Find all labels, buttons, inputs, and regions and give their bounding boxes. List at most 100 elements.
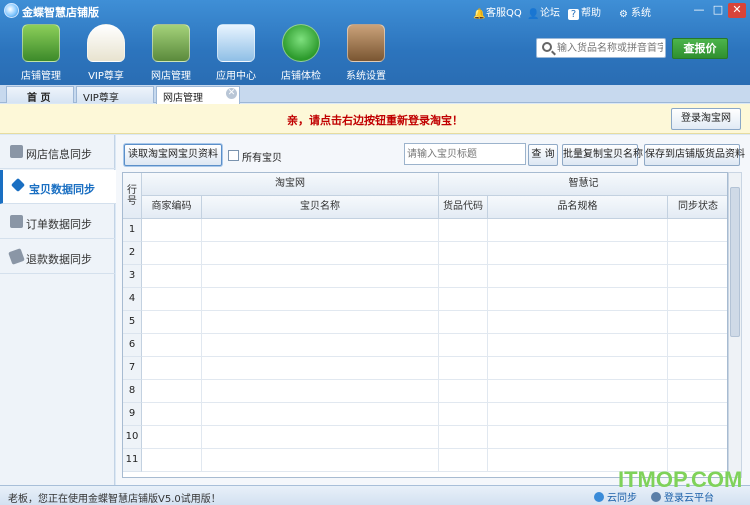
table-cell[interactable] — [142, 334, 202, 357]
table-cell[interactable] — [488, 357, 668, 380]
table-cell[interactable] — [488, 311, 668, 334]
sidebar-item-order-data-sync[interactable]: 订单数据同步 — [0, 205, 115, 239]
table-cell[interactable] — [142, 311, 202, 334]
close-button[interactable]: ✕ — [728, 3, 746, 18]
table-cell[interactable] — [202, 265, 439, 288]
login-taobao-button[interactable]: 登录淘宝网 — [671, 108, 741, 130]
table-cell[interactable] — [439, 380, 488, 403]
query-button[interactable]: 查 询 — [528, 144, 558, 166]
toolbar-store-management[interactable]: 店铺管理 — [18, 24, 64, 82]
search-input[interactable] — [557, 41, 663, 56]
row-number: 9 — [123, 403, 142, 426]
column-header-sync-status[interactable]: 同步状态 — [668, 196, 727, 219]
table-cell[interactable] — [668, 265, 727, 288]
table-cell[interactable] — [202, 357, 439, 380]
check-price-button[interactable]: 查报价 — [672, 38, 728, 59]
table-cell[interactable] — [142, 357, 202, 380]
qq-support-link[interactable]: 🔔客服QQ — [473, 4, 522, 20]
table-cell[interactable] — [488, 288, 668, 311]
minimize-button[interactable]: — — [690, 3, 708, 18]
sidebar-item-shop-info-sync[interactable]: 网店信息同步 — [0, 135, 115, 169]
shop-info-icon — [10, 145, 23, 158]
person-icon: 👤 — [527, 9, 540, 20]
table-cell[interactable] — [439, 288, 488, 311]
tab-home[interactable]: 首 页 — [6, 86, 74, 104]
table-cell[interactable] — [202, 403, 439, 426]
column-header-item-name[interactable]: 宝贝名称 — [202, 196, 439, 219]
row-number-header: 行号 — [123, 173, 142, 219]
table-cell[interactable] — [202, 311, 439, 334]
sidebar-item-item-data-sync[interactable]: 宝贝数据同步 — [0, 170, 116, 204]
table-cell[interactable] — [668, 311, 727, 334]
table-cell[interactable] — [142, 242, 202, 265]
table-cell[interactable] — [202, 242, 439, 265]
all-items-checkbox[interactable] — [228, 150, 239, 161]
toolbar-health-check[interactable]: 店铺体检 — [278, 24, 324, 82]
table-cell[interactable] — [488, 380, 668, 403]
column-header-goods-code[interactable]: 货品代码 — [439, 196, 488, 219]
table-cell[interactable] — [668, 334, 727, 357]
table-cell[interactable] — [142, 265, 202, 288]
table-cell[interactable] — [202, 449, 439, 472]
tab-vip[interactable]: VIP尊享 — [76, 86, 154, 104]
all-items-label: 所有宝贝 — [242, 153, 282, 164]
table-cell[interactable] — [488, 334, 668, 357]
read-taobao-items-button[interactable]: 读取淘宝网宝贝资料 — [124, 144, 222, 166]
table-cell[interactable] — [202, 380, 439, 403]
table-cell[interactable] — [668, 288, 727, 311]
table-cell[interactable] — [488, 242, 668, 265]
item-grid[interactable]: 行号 淘宝网 智慧记 商家编码 宝贝名称 货品代码 品名规格 同步状态 1234… — [122, 172, 728, 478]
table-cell[interactable] — [439, 357, 488, 380]
help-link[interactable]: ? 帮助 — [568, 4, 601, 20]
batch-copy-button[interactable]: 批量复制宝贝名称 — [562, 144, 643, 166]
table-cell[interactable] — [439, 311, 488, 334]
table-cell[interactable] — [439, 334, 488, 357]
table-cell[interactable] — [142, 426, 202, 449]
vertical-scrollbar[interactable] — [728, 172, 742, 478]
table-cell[interactable] — [202, 426, 439, 449]
table-cell[interactable] — [439, 449, 488, 472]
table-cell[interactable] — [488, 426, 668, 449]
table-cell[interactable] — [668, 426, 727, 449]
table-cell[interactable] — [142, 403, 202, 426]
table-cell[interactable] — [488, 403, 668, 426]
maximize-button[interactable]: □ — [709, 3, 727, 18]
row-number: 5 — [123, 311, 142, 334]
table-cell[interactable] — [142, 288, 202, 311]
table-cell[interactable] — [439, 242, 488, 265]
table-cell[interactable] — [488, 265, 668, 288]
table-cell[interactable] — [202, 334, 439, 357]
sidebar-item-refund-data-sync[interactable]: 退款数据同步 — [0, 240, 115, 274]
table-cell[interactable] — [439, 219, 488, 242]
table-cell[interactable] — [668, 357, 727, 380]
toolbar-app-center[interactable]: 应用中心 — [213, 24, 259, 82]
table-cell[interactable] — [668, 403, 727, 426]
top-bar: 金蝶智慧店铺版 🔔客服QQ 👤论坛 ? 帮助 ⚙ 系统 — □ ✕ 店铺管理 VIP… — [0, 0, 750, 85]
toolbar-online-shop[interactable]: 网店管理 — [148, 24, 194, 82]
column-header-merchant-code[interactable]: 商家编码 — [142, 196, 202, 219]
table-cell[interactable] — [439, 265, 488, 288]
table-cell[interactable] — [439, 403, 488, 426]
save-to-store-button[interactable]: 保存到店铺版货品资料 — [644, 144, 745, 166]
table-cell[interactable] — [439, 426, 488, 449]
system-link[interactable]: ⚙ 系统 — [618, 4, 651, 20]
table-cell[interactable] — [488, 219, 668, 242]
table-cell[interactable] — [668, 242, 727, 265]
column-header-spec[interactable]: 品名规格 — [488, 196, 668, 219]
table-cell[interactable] — [202, 288, 439, 311]
product-search[interactable] — [536, 38, 666, 58]
table-cell[interactable] — [142, 380, 202, 403]
table-cell[interactable] — [142, 449, 202, 472]
toolbar-settings[interactable]: 系统设置 — [343, 24, 389, 82]
table-cell[interactable] — [202, 219, 439, 242]
toolbar-vip[interactable]: VIP尊享 — [83, 24, 129, 82]
table-cell[interactable] — [668, 219, 727, 242]
tab-close-icon[interactable]: ✕ — [226, 88, 237, 99]
app-window: 金蝶智慧店铺版 🔔客服QQ 👤论坛 ? 帮助 ⚙ 系统 — □ ✕ 店铺管理 VIP… — [0, 0, 750, 505]
refund-icon — [8, 248, 25, 265]
item-title-input[interactable] — [404, 143, 526, 165]
table-cell[interactable] — [668, 380, 727, 403]
table-cell[interactable] — [142, 219, 202, 242]
scrollbar-thumb[interactable] — [730, 187, 740, 337]
forum-link[interactable]: 👤论坛 — [527, 4, 560, 20]
